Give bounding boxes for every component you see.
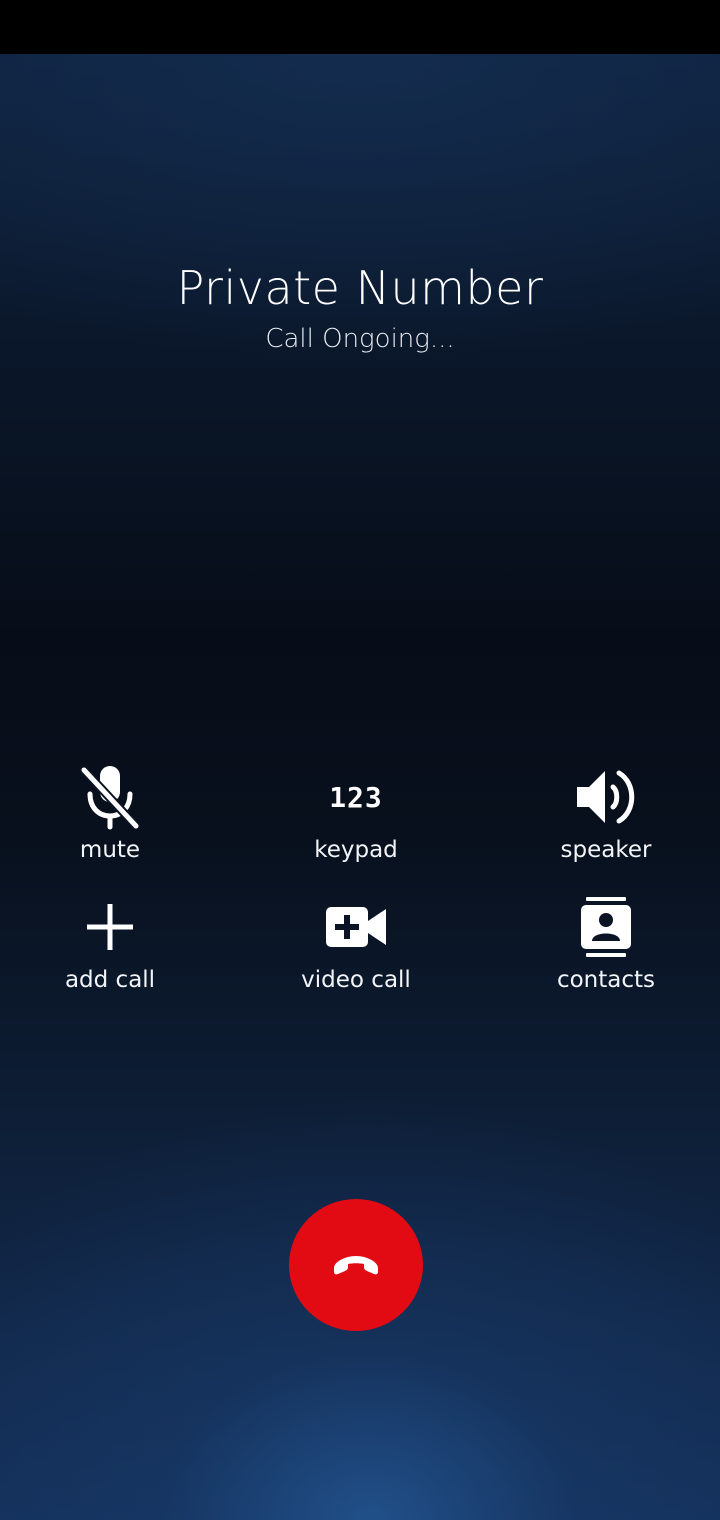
speaker-icon — [571, 762, 641, 832]
mic-off-icon — [75, 762, 145, 832]
contacts-icon — [571, 892, 641, 962]
keypad-glyph: 123 — [329, 780, 383, 814]
keypad-icon: 123 — [321, 762, 391, 832]
end-call-button[interactable] — [289, 1199, 423, 1331]
video-call-button[interactable]: video call — [256, 892, 456, 1002]
plus-icon — [75, 892, 145, 962]
status-bar — [0, 0, 720, 54]
call-screen: Private Number Call Ongoing... mute 123 … — [0, 0, 720, 1520]
keypad-label: keypad — [314, 837, 398, 863]
contacts-label: contacts — [556, 967, 656, 993]
hang-up-icon — [331, 1253, 381, 1277]
speaker-label: speaker — [560, 837, 652, 863]
video-call-icon — [321, 892, 391, 962]
mute-label: mute — [79, 837, 141, 863]
add-call-button[interactable]: add call — [10, 892, 210, 1002]
mute-button[interactable]: mute — [10, 762, 210, 872]
contacts-button[interactable]: contacts — [506, 892, 706, 1002]
video-call-label: video call — [301, 967, 411, 993]
add-call-label: add call — [64, 967, 156, 993]
keypad-button[interactable]: 123 keypad — [256, 762, 456, 872]
speaker-button[interactable]: speaker — [506, 762, 706, 872]
call-status: Call Ongoing... — [265, 324, 455, 354]
caller-name: Private Number — [176, 261, 544, 315]
